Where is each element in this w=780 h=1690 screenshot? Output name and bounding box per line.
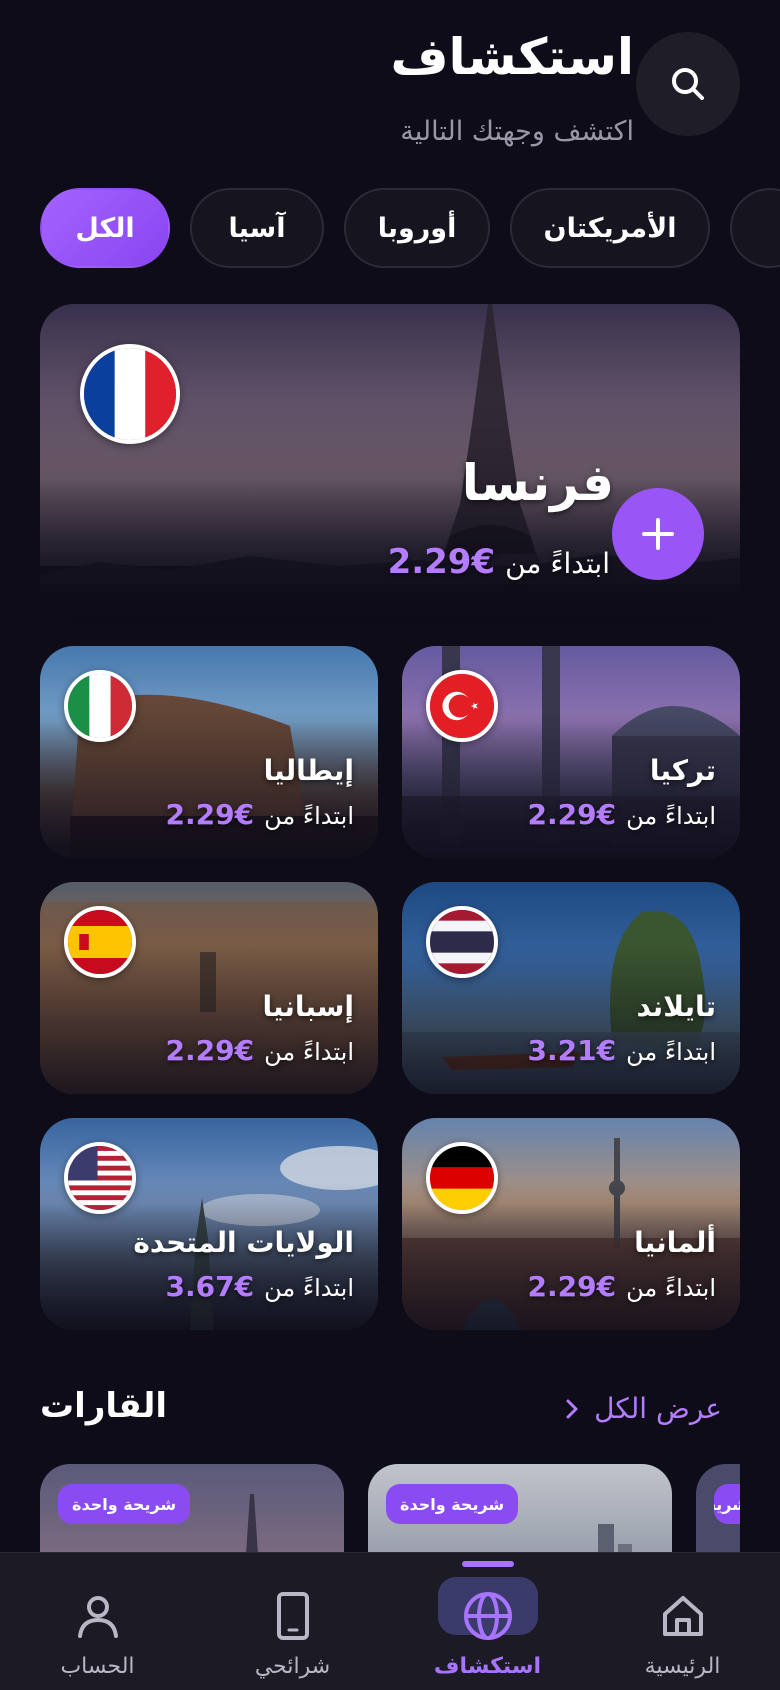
spain-flag-icon: [64, 906, 136, 978]
featured-card-france[interactable]: فرنسا ابتداءً من 2.29€: [40, 304, 740, 620]
single-esim-badge: شريحة واحدة: [58, 1484, 191, 1524]
home-icon: [662, 1596, 703, 1636]
destination-card-thailand[interactable]: تايلاند ابتداءً من 3.21€: [402, 882, 740, 1094]
price-value: 3.21€: [527, 1034, 617, 1067]
price-from-label: ابتداءً من: [626, 802, 716, 830]
chip-all[interactable]: الكل: [40, 188, 170, 268]
usa-flag-icon: [64, 1142, 136, 1214]
price-value: 3.67€: [165, 1270, 255, 1303]
destination-price-row: ابتداءً من 2.29€: [166, 798, 354, 831]
destination-name: إيطاليا: [263, 754, 354, 787]
nav-item-explore[interactable]: استكشاف: [390, 1552, 585, 1690]
destination-card-spain[interactable]: إسبانيا ابتداءً من 2.29€: [40, 882, 378, 1094]
destination-card-italy[interactable]: إيطاليا ابتداءً من 2.29€: [40, 646, 378, 858]
phone-icon: [276, 1592, 309, 1640]
destination-card-germany[interactable]: ألمانيا ابتداءً من 2.29€: [402, 1118, 740, 1330]
price-from-label: ابتداءً من: [264, 802, 354, 830]
featured-price-row: ابتداءً من 2.29€: [388, 542, 610, 582]
destination-name: تركيا: [649, 754, 716, 787]
destination-name: الولايات المتحدة: [133, 1226, 354, 1259]
price-value: 2.29€: [387, 542, 496, 582]
filter-chips: الكل آسيا أوروبا الأمريكتان: [0, 188, 780, 268]
see-all-label: عرض الكل: [594, 1392, 722, 1425]
search-button[interactable]: [636, 32, 740, 136]
chip-more[interactable]: [730, 188, 780, 268]
chip-europe[interactable]: أوروبا: [344, 188, 490, 268]
nav-label-home: الرئيسية: [644, 1654, 721, 1679]
page-title: استكشاف: [390, 28, 634, 86]
destination-price-row: ابتداءً من 2.29€: [166, 1034, 354, 1067]
germany-flag-icon: [426, 1142, 498, 1214]
turkey-flag-icon: [426, 670, 498, 742]
single-esim-badge: شريحة واحدة: [714, 1484, 740, 1524]
globe-icon: [463, 1592, 512, 1640]
featured-country-name: فرنسا: [461, 454, 614, 512]
nav-item-home[interactable]: الرئيسية: [585, 1552, 780, 1690]
destination-price-row: ابتداءً من 3.21€: [528, 1034, 716, 1067]
regions-title: القارات: [40, 1386, 168, 1426]
price-value: 2.29€: [165, 798, 255, 831]
search-icon: [672, 68, 704, 100]
price-value: 2.29€: [165, 1034, 255, 1067]
france-flag-icon: [80, 344, 180, 444]
italy-flag-icon: [64, 670, 136, 742]
price-from-label: ابتداءً من: [264, 1274, 354, 1302]
destination-name: إسبانيا: [262, 990, 354, 1023]
price-value: 2.29€: [527, 798, 617, 831]
destination-price-row: ابتداءً من 2.29€: [528, 1270, 716, 1303]
thailand-flag-icon: [426, 906, 498, 978]
chevron-right-icon: [566, 1399, 578, 1418]
price-from-label: ابتداءً من: [626, 1038, 716, 1066]
chip-americas[interactable]: الأمريكتان: [510, 188, 710, 268]
destination-name: تايلاند: [636, 990, 717, 1023]
plus-icon: [642, 518, 674, 550]
destination-price-row: ابتداءً من 2.29€: [528, 798, 716, 831]
nav-label-account: الحساب: [60, 1654, 135, 1679]
add-france-button[interactable]: [612, 488, 704, 580]
price-from-label: ابتداءً من: [505, 547, 610, 580]
price-value: 2.29€: [527, 1270, 617, 1303]
price-from-label: ابتداءً من: [626, 1274, 716, 1302]
nav-item-esims[interactable]: شرائحي: [195, 1552, 390, 1690]
price-from-label: ابتداءً من: [264, 1038, 354, 1066]
nav-label-esims: شرائحي: [254, 1654, 331, 1679]
destination-name: ألمانيا: [634, 1226, 716, 1259]
single-esim-badge: شريحة واحدة: [386, 1484, 519, 1524]
nav-label-explore: استكشاف: [433, 1654, 542, 1679]
chip-asia[interactable]: آسيا: [190, 188, 324, 268]
nav-item-account[interactable]: الحساب: [0, 1552, 195, 1690]
user-icon: [77, 1596, 118, 1638]
destination-card-turkey[interactable]: تركيا ابتداءً من 2.29€: [402, 646, 740, 858]
see-all-link[interactable]: عرض الكل: [564, 1392, 722, 1425]
page-subtitle: اكتشف وجهتك التالية: [400, 116, 634, 147]
destination-card-usa[interactable]: الولايات المتحدة ابتداءً من 3.67€: [40, 1118, 378, 1330]
destination-price-row: ابتداءً من 3.67€: [166, 1270, 354, 1303]
